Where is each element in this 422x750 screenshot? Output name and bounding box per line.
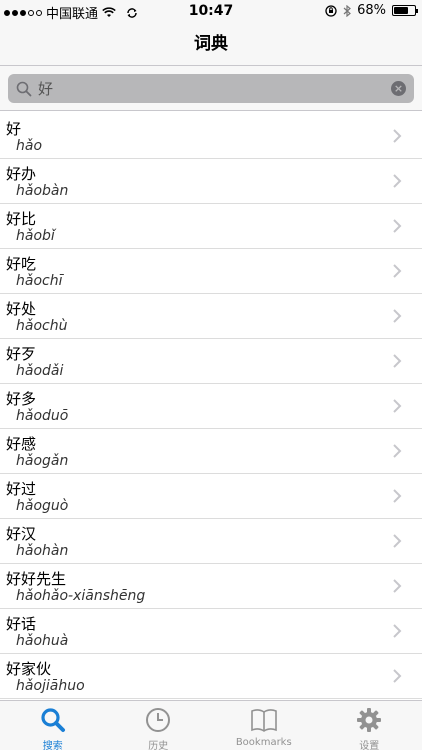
list-item[interactable]: 好办 hǎobàn — [0, 159, 422, 204]
tab-label: 搜索 — [42, 741, 63, 750]
search-icon — [16, 81, 32, 97]
entry-word: 好 — [6, 120, 22, 138]
status-right: 68% — [325, 3, 418, 18]
entry-word: 好话 — [6, 615, 37, 633]
entry-pinyin: hǎobàn — [16, 183, 69, 199]
tab-label: 历史 — [148, 741, 169, 750]
entry-pinyin: hǎoguò — [16, 498, 69, 514]
tab-search[interactable]: 搜索 — [0, 701, 106, 750]
status-bar: 中国联通 10:47 68% — [0, 0, 422, 22]
entry-word: 好吃 — [6, 255, 37, 273]
list-item[interactable]: 好多 hǎoduō — [0, 384, 422, 429]
chevron-right-icon — [393, 174, 402, 188]
tab-bar: 搜索 历史 Bookmarks 设置 — [0, 700, 422, 750]
clock-icon — [146, 708, 171, 732]
list-item[interactable]: 好感 hǎogǎn — [0, 429, 422, 474]
navigation-bar: 词典 — [0, 22, 422, 66]
entry-word: 好比 — [6, 210, 37, 228]
entry-pinyin: hǎoduō — [16, 408, 69, 424]
list-item[interactable]: 好歹 hǎodǎi — [0, 339, 422, 384]
chevron-right-icon — [393, 264, 402, 278]
book-icon — [250, 709, 277, 732]
chevron-right-icon — [393, 399, 402, 413]
entry-pinyin: hǎodǎi — [16, 363, 64, 379]
entry-pinyin: hǎogǎn — [16, 453, 69, 469]
tab-bookmarks[interactable]: Bookmarks — [211, 701, 317, 750]
chevron-right-icon — [393, 534, 402, 548]
list-item[interactable]: 好过 hǎoguò — [0, 474, 422, 519]
list-item[interactable]: 好好先生 hǎohǎo-xiānshēng — [0, 564, 422, 609]
entry-pinyin: hǎobǐ — [16, 228, 55, 244]
chevron-right-icon — [393, 669, 402, 683]
search-bar: × — [0, 66, 422, 111]
list-item[interactable]: 好处 hǎochù — [0, 294, 422, 339]
search-icon — [41, 708, 65, 732]
chevron-right-icon — [393, 129, 402, 143]
list-item[interactable]: 好家伙 hǎojiāhuo — [0, 654, 422, 699]
entry-word: 好汉 — [6, 525, 37, 543]
entry-pinyin: hǎojiāhuo — [16, 678, 85, 694]
list-item[interactable]: 好汉 hǎohàn — [0, 519, 422, 564]
battery-percent: 68% — [357, 3, 386, 18]
tab-history[interactable]: 历史 — [106, 701, 212, 750]
orientation-lock-icon — [325, 4, 337, 17]
list-item[interactable]: 好吃 hǎochī — [0, 249, 422, 294]
list-item[interactable]: 好话 hǎohuà — [0, 609, 422, 654]
entry-pinyin: hǎohǎo-xiānshēng — [16, 588, 146, 604]
entry-word: 好感 — [6, 435, 37, 453]
results-list: 好 hǎo 好办 hǎobàn 好比 hǎobǐ 好吃 hǎochī 好处 hǎochù 好歹 hǎo… — [0, 114, 422, 700]
list-item[interactable]: 好 hǎo — [0, 114, 422, 159]
entry-pinyin: hǎohuà — [16, 633, 69, 649]
battery-fill — [394, 7, 408, 14]
entry-word: 好多 — [6, 390, 37, 408]
bluetooth-icon — [343, 4, 352, 17]
entry-word: 好办 — [6, 165, 37, 183]
entry-word: 好好先生 — [6, 570, 67, 588]
entry-word: 好处 — [6, 300, 37, 318]
clear-icon[interactable]: × — [391, 81, 406, 96]
entry-pinyin: hǎohàn — [16, 543, 69, 559]
tab-settings[interactable]: 设置 — [317, 701, 422, 750]
gear-icon — [357, 708, 382, 732]
tab-label: 设置 — [359, 741, 380, 750]
entry-pinyin: hǎo — [16, 138, 43, 154]
entry-word: 好家伙 — [6, 660, 52, 678]
chevron-right-icon — [393, 219, 402, 233]
entry-word: 好过 — [6, 480, 37, 498]
chevron-right-icon — [393, 624, 402, 638]
search-field[interactable]: × — [8, 74, 414, 103]
entry-pinyin: hǎochù — [16, 318, 68, 334]
chevron-right-icon — [393, 579, 402, 593]
list-item[interactable]: 好比 hǎobǐ — [0, 204, 422, 249]
tab-label: Bookmarks — [235, 737, 292, 748]
battery-icon — [392, 5, 418, 16]
chevron-right-icon — [393, 444, 402, 458]
chevron-right-icon — [393, 489, 402, 503]
search-input[interactable] — [38, 74, 378, 103]
entry-pinyin: hǎochī — [16, 273, 63, 289]
chevron-right-icon — [393, 309, 402, 323]
chevron-right-icon — [393, 354, 402, 368]
entry-word: 好歹 — [6, 345, 37, 363]
page-title: 词典 — [194, 34, 228, 54]
